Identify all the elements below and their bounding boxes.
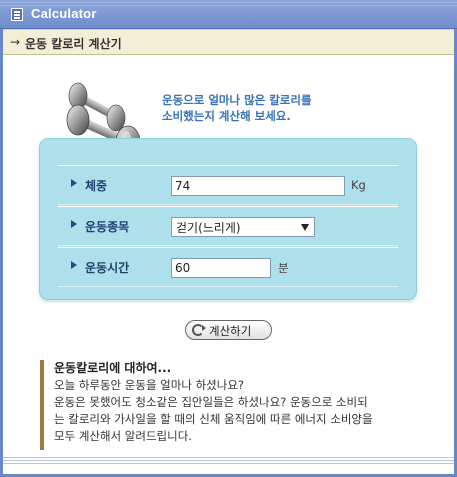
exercise-select[interactable]: 걷기(느리게) [171,217,315,237]
weight-row: 체중 Kg [58,165,398,205]
info-title: 운동칼로리에 대하여... [54,361,172,375]
chevron-down-icon [301,224,309,231]
info-line-1: 오늘 하루동안 운동을 얼마나 하셨나요? [54,378,245,392]
calculate-button[interactable]: 계산하기 [185,320,272,340]
duration-input[interactable] [171,258,271,278]
exercise-selected-value: 걷기(느리게) [176,221,241,235]
duration-unit: 분 [278,261,289,275]
duration-label: 운동시간 [85,261,130,275]
arrow-right-icon: → [10,35,21,49]
bullet-icon [71,261,77,269]
duration-row: 운동시간 분 [58,247,398,287]
intro-line-1: 운동으로 얼마나 많은 칼로리를 [162,93,312,107]
input-panel: 체중 Kg 운동종목 걷기(느리게) 운동시간 분 [39,138,417,300]
weight-unit: Kg [351,178,366,192]
bottom-border [3,457,454,465]
exercise-row: 운동종목 걷기(느리게) [58,206,398,246]
calculate-button-label: 계산하기 [209,324,252,338]
bullet-icon [71,220,77,228]
section-title: 운동 칼로리 계산기 [25,37,122,51]
intro-text: 운동으로 얼마나 많은 칼로리를 소비했는지 계산해 보세요. [162,92,412,124]
weight-input[interactable] [171,176,345,196]
title-bar: Calculator [0,0,457,29]
refresh-icon [192,324,206,336]
info-section: 운동칼로리에 대하여... 오늘 하루동안 운동을 얼마나 하셨나요? 운동은 … [40,360,425,450]
calculator-icon [11,8,23,21]
info-line-3: 는 칼로리와 가사일을 할 때의 신체 움직임에 따른 에너지 소비양을 [54,412,373,426]
info-line-2: 운동은 못했어도 청소같은 집안일들은 하셨나요? 운동으로 소비되 [54,395,368,409]
exercise-label: 운동종목 [85,220,130,234]
window-title: Calculator [31,6,97,21]
weight-label: 체중 [85,179,108,193]
bullet-icon [71,179,77,187]
info-line-4: 모두 계산해서 알려드립니다. [54,429,192,443]
intro-line-2: 소비했는지 계산해 보세요. [162,109,291,123]
section-header: → 운동 칼로리 계산기 [3,29,454,55]
